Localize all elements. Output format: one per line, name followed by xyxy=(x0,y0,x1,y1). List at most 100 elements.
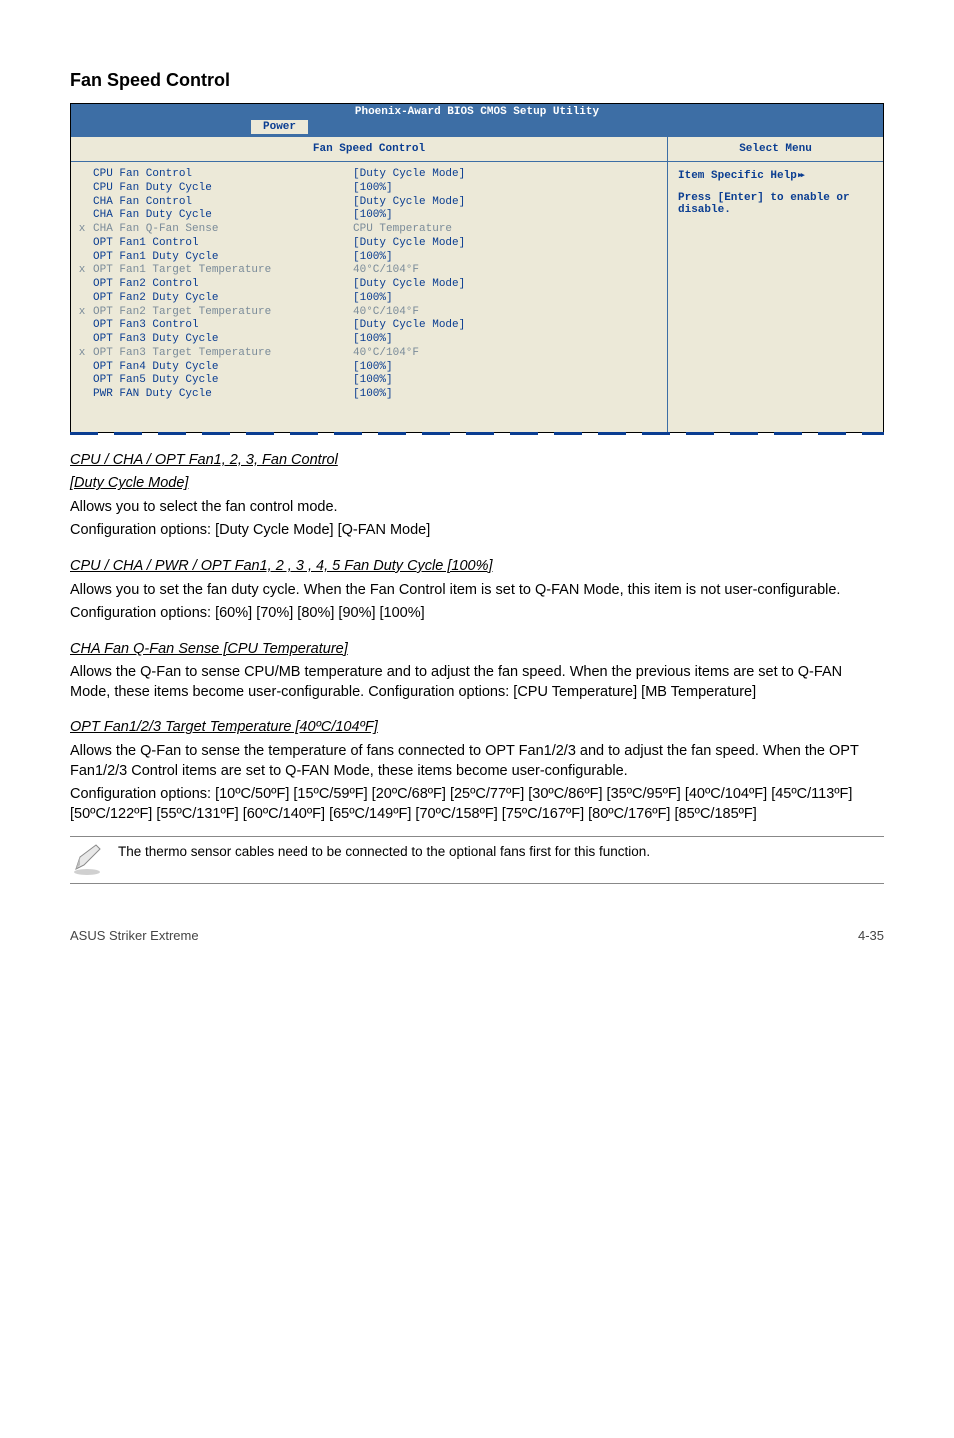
row-label: OPT Fan2 Target Temperature xyxy=(93,306,353,320)
row-marker xyxy=(71,333,93,347)
row-marker: x xyxy=(71,306,93,320)
row-label: PWR FAN Duty Cycle xyxy=(93,388,353,402)
row-value[interactable]: [100%] xyxy=(353,251,667,265)
sect3-title: CHA Fan Q-Fan Sense [CPU Temperature] xyxy=(70,641,348,657)
row-label: OPT Fan2 Duty Cycle xyxy=(93,292,353,306)
row-value[interactable]: CPU Temperature xyxy=(353,223,667,237)
bios-setting-row[interactable]: OPT Fan3 Control[Duty Cycle Mode] xyxy=(71,319,667,333)
row-marker: x xyxy=(71,223,93,237)
section-fan-control: CPU / CHA / OPT Fan1, 2, 3, Fan Control … xyxy=(70,451,884,541)
row-value[interactable]: [100%] xyxy=(353,209,667,223)
sect1-p2: Configuration options: [Duty Cycle Mode]… xyxy=(70,521,884,541)
row-label: OPT Fan3 Control xyxy=(93,319,353,333)
sect2-p1: Allows you to set the fan duty cycle. Wh… xyxy=(70,581,884,601)
page-heading: Fan Speed Control xyxy=(70,70,884,91)
row-label: CPU Fan Duty Cycle xyxy=(93,182,353,196)
bios-setting-row[interactable]: xOPT Fan2 Target Temperature40°C/104°F xyxy=(71,306,667,320)
bios-setting-row[interactable]: xCHA Fan Q-Fan SenseCPU Temperature xyxy=(71,223,667,237)
row-label: OPT Fan1 Target Temperature xyxy=(93,264,353,278)
bios-setting-row[interactable]: OPT Fan5 Duty Cycle[100%] xyxy=(71,374,667,388)
note-text: The thermo sensor cables need to be conn… xyxy=(118,843,650,861)
bios-title: Phoenix-Award BIOS CMOS Setup Utility xyxy=(71,104,883,120)
section-qfan-sense: CHA Fan Q-Fan Sense [CPU Temperature] Al… xyxy=(70,640,884,703)
row-value[interactable]: [Duty Cycle Mode] xyxy=(353,168,667,182)
row-value[interactable]: [100%] xyxy=(353,361,667,375)
row-value[interactable]: [Duty Cycle Mode] xyxy=(353,278,667,292)
bios-setting-row[interactable]: xOPT Fan1 Target Temperature40°C/104°F xyxy=(71,264,667,278)
row-marker xyxy=(71,209,93,223)
row-value[interactable]: [100%] xyxy=(353,182,667,196)
sect3-p1: Allows the Q-Fan to sense CPU/MB tempera… xyxy=(70,663,884,702)
row-marker xyxy=(71,237,93,251)
row-value[interactable]: [Duty Cycle Mode] xyxy=(353,319,667,333)
row-label: OPT Fan1 Duty Cycle xyxy=(93,251,353,265)
row-marker xyxy=(71,278,93,292)
help-arrows-icon xyxy=(797,170,802,182)
row-label: OPT Fan3 Duty Cycle xyxy=(93,333,353,347)
bios-panel: Phoenix-Award BIOS CMOS Setup Utility Po… xyxy=(70,103,884,433)
row-label: CHA Fan Duty Cycle xyxy=(93,209,353,223)
sect1-title-line2: [Duty Cycle Mode] xyxy=(70,475,188,491)
help-line-2: Press [Enter] to enable or disable. xyxy=(678,192,873,216)
sect2-p2: Configuration options: [60%] [70%] [80%]… xyxy=(70,604,884,624)
row-value[interactable]: [100%] xyxy=(353,292,667,306)
bios-left-heading: Fan Speed Control xyxy=(71,137,667,162)
row-value[interactable]: [100%] xyxy=(353,374,667,388)
section-target-temp: OPT Fan1/2/3 Target Temperature [40ºC/10… xyxy=(70,718,884,824)
row-marker: x xyxy=(71,264,93,278)
row-label: CPU Fan Control xyxy=(93,168,353,182)
tab-power[interactable]: Power xyxy=(251,120,309,134)
bios-setting-row[interactable]: CPU Fan Control[Duty Cycle Mode] xyxy=(71,168,667,182)
bios-setting-row[interactable]: OPT Fan2 Control[Duty Cycle Mode] xyxy=(71,278,667,292)
sect4-p2: Configuration options: [10ºC/50ºF] [15ºC… xyxy=(70,785,884,824)
sect4-title: OPT Fan1/2/3 Target Temperature [40ºC/10… xyxy=(70,719,378,735)
section-duty-cycle: CPU / CHA / PWR / OPT Fan1, 2 , 3 , 4, 5… xyxy=(70,557,884,624)
bios-setting-row[interactable]: OPT Fan2 Duty Cycle[100%] xyxy=(71,292,667,306)
page-footer: ASUS Striker Extreme 4-35 xyxy=(70,928,884,943)
bios-setting-row[interactable]: PWR FAN Duty Cycle[100%] xyxy=(71,388,667,402)
bios-right-heading: Select Menu xyxy=(668,137,883,162)
row-label: CHA Fan Q-Fan Sense xyxy=(93,223,353,237)
row-marker xyxy=(71,182,93,196)
row-marker xyxy=(71,361,93,375)
row-value[interactable]: [Duty Cycle Mode] xyxy=(353,196,667,210)
bios-setting-row[interactable]: OPT Fan1 Control[Duty Cycle Mode] xyxy=(71,237,667,251)
row-marker xyxy=(71,319,93,333)
row-label: OPT Fan1 Control xyxy=(93,237,353,251)
row-label: OPT Fan2 Control xyxy=(93,278,353,292)
bios-setting-row[interactable]: CPU Fan Duty Cycle[100%] xyxy=(71,182,667,196)
row-value[interactable]: 40°C/104°F xyxy=(353,306,667,320)
bios-setting-row[interactable]: OPT Fan1 Duty Cycle[100%] xyxy=(71,251,667,265)
bios-setting-row[interactable]: xOPT Fan3 Target Temperature40°C/104°F xyxy=(71,347,667,361)
row-marker xyxy=(71,388,93,402)
row-value[interactable]: [Duty Cycle Mode] xyxy=(353,237,667,251)
row-label: OPT Fan4 Duty Cycle xyxy=(93,361,353,375)
note-block: The thermo sensor cables need to be conn… xyxy=(70,836,884,884)
help-line-1: Item Specific Help xyxy=(678,168,873,182)
row-label: OPT Fan5 Duty Cycle xyxy=(93,374,353,388)
dashed-divider xyxy=(70,432,884,435)
row-label: CHA Fan Control xyxy=(93,196,353,210)
footer-right: 4-35 xyxy=(858,928,884,943)
pencil-icon xyxy=(70,843,104,877)
row-value[interactable]: 40°C/104°F xyxy=(353,264,667,278)
row-value[interactable]: 40°C/104°F xyxy=(353,347,667,361)
row-value[interactable]: [100%] xyxy=(353,333,667,347)
bios-setting-row[interactable]: CHA Fan Duty Cycle[100%] xyxy=(71,209,667,223)
sect1-p1: Allows you to select the fan control mod… xyxy=(70,498,884,518)
sect1-title-line1: CPU / CHA / OPT Fan1, 2, 3, Fan Control xyxy=(70,452,338,468)
bios-tab-row: Power xyxy=(71,120,883,134)
row-label: OPT Fan3 Target Temperature xyxy=(93,347,353,361)
bios-setting-row[interactable]: CHA Fan Control[Duty Cycle Mode] xyxy=(71,196,667,210)
sect2-title: CPU / CHA / PWR / OPT Fan1, 2 , 3 , 4, 5… xyxy=(70,558,493,574)
row-marker xyxy=(71,292,93,306)
row-marker xyxy=(71,374,93,388)
bios-settings-list: CPU Fan Control[Duty Cycle Mode]CPU Fan … xyxy=(71,162,667,432)
row-value[interactable]: [100%] xyxy=(353,388,667,402)
sect4-p1: Allows the Q-Fan to sense the temperatur… xyxy=(70,742,884,781)
bios-setting-row[interactable]: OPT Fan4 Duty Cycle[100%] xyxy=(71,361,667,375)
row-marker xyxy=(71,251,93,265)
row-marker xyxy=(71,168,93,182)
row-marker xyxy=(71,196,93,210)
bios-setting-row[interactable]: OPT Fan3 Duty Cycle[100%] xyxy=(71,333,667,347)
